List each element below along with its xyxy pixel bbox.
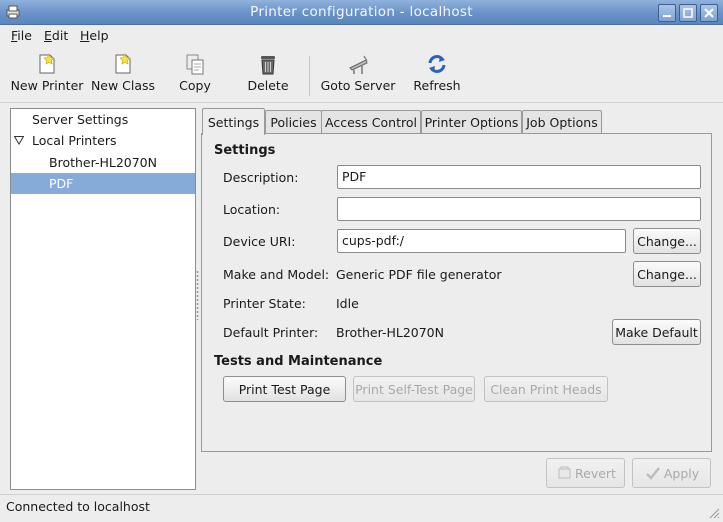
copy-icon	[186, 54, 204, 75]
delete-button[interactable]: Delete	[240, 46, 296, 100]
tree-item-brother-hl2070n[interactable]: Brother-HL2070N	[11, 152, 195, 173]
new-printer-button[interactable]: New Printer	[8, 46, 86, 100]
tab-label: Access Control	[325, 115, 417, 130]
device-uri-value: cups-pdf:/	[342, 233, 404, 248]
print-self-test-page-button: Print Self-Test Page	[353, 376, 475, 402]
apply-button: Apply	[632, 458, 711, 488]
window-title: Printer configuration - localhost	[250, 4, 473, 20]
goto-server-icon	[349, 55, 368, 74]
printer-state-label: Printer State:	[223, 296, 306, 311]
menu-help[interactable]: Help	[80, 28, 109, 43]
status-text: Connected to localhost	[6, 499, 150, 514]
tab-job-options[interactable]: Job Options	[522, 110, 602, 133]
status-bar: Connected to localhost	[0, 494, 723, 522]
tab-access-control[interactable]: Access Control	[321, 110, 421, 133]
print-self-test-page-label: Print Self-Test Page	[355, 382, 473, 397]
menu-edit-label: dit	[51, 28, 69, 43]
pane-resize-handle[interactable]	[196, 270, 199, 320]
close-icon	[704, 8, 714, 18]
goto-server-label: Goto Server	[320, 78, 396, 93]
maximize-icon	[683, 8, 693, 18]
change-make-model-label: Change...	[637, 267, 697, 282]
menu-help-label: elp	[89, 28, 109, 43]
change-make-model-button[interactable]: Change...	[633, 261, 701, 287]
copy-label: Copy	[179, 78, 211, 93]
refresh-button[interactable]: Refresh	[408, 46, 466, 100]
menu-help-mnemonic: H	[80, 28, 90, 43]
tab-printer-options[interactable]: Printer Options	[421, 110, 522, 133]
tab-label: Job Options	[526, 115, 598, 130]
tab-label: Printer Options	[424, 115, 519, 130]
new-class-icon	[115, 53, 131, 74]
description-label: Description:	[223, 170, 299, 185]
close-button[interactable]	[700, 4, 718, 22]
settings-heading: Settings	[214, 143, 276, 158]
make-model-label: Make and Model:	[223, 267, 330, 282]
revert-label: Revert	[575, 466, 616, 481]
toolbar-separator	[309, 56, 310, 96]
description-value: PDF	[342, 169, 367, 184]
menu-edit[interactable]: Edit	[44, 28, 68, 43]
change-device-uri-label: Change...	[637, 234, 697, 249]
trash-icon	[261, 56, 275, 75]
change-device-uri-button[interactable]: Change...	[633, 228, 701, 254]
delete-label: Delete	[247, 78, 289, 93]
menu-file[interactable]: File	[11, 28, 32, 43]
make-default-button[interactable]: Make Default	[612, 319, 701, 345]
new-class-button[interactable]: New Class	[88, 46, 158, 100]
description-field[interactable]: PDF	[337, 165, 701, 189]
tree-item-server-settings[interactable]: Server Settings	[11, 109, 195, 130]
revert-button: Revert	[546, 458, 625, 488]
resize-grip-icon[interactable]	[708, 507, 720, 519]
tab-label: Settings	[207, 115, 260, 130]
tree-item-local-printers[interactable]: Local Printers	[11, 130, 195, 151]
make-default-label: Make Default	[615, 325, 698, 340]
print-test-page-label: Print Test Page	[238, 382, 331, 397]
menu-edit-mnemonic: E	[44, 28, 52, 43]
tab-policies[interactable]: Policies	[265, 110, 322, 133]
expander-triangle-icon[interactable]	[14, 136, 24, 145]
printer-state-value: Idle	[336, 296, 359, 311]
new-printer-icon	[39, 53, 55, 74]
refresh-label: Refresh	[413, 78, 461, 93]
menu-bar: File Edit Help	[0, 25, 723, 45]
tree-item-label: PDF	[49, 176, 74, 191]
menu-file-label: ile	[17, 28, 32, 43]
tree-item-label: Server Settings	[32, 112, 129, 127]
copy-button[interactable]: Copy	[170, 46, 220, 100]
printer-tree[interactable]: Server Settings Local Printers Brother-H…	[10, 108, 196, 490]
maintenance-heading: Tests and Maintenance	[214, 354, 383, 369]
clean-print-heads-label: Clean Print Heads	[490, 382, 602, 397]
refresh-icon	[428, 55, 446, 73]
new-class-label: New Class	[90, 78, 156, 93]
location-label: Location:	[223, 202, 281, 217]
toolbar: New Printer New Class Copy Delete Goto S…	[0, 46, 723, 103]
make-model-value: Generic PDF file generator	[336, 267, 502, 282]
tab-label: Policies	[270, 115, 317, 130]
settings-panel: Settings Description: PDF Location: Devi…	[201, 133, 712, 452]
clean-print-heads-button: Clean Print Heads	[484, 376, 608, 402]
print-test-page-button[interactable]: Print Test Page	[223, 376, 346, 402]
device-uri-label: Device URI:	[223, 234, 296, 249]
default-printer-label: Default Printer:	[223, 325, 319, 340]
tab-settings[interactable]: Settings	[202, 108, 265, 135]
minimize-button[interactable]	[658, 4, 676, 22]
location-field[interactable]	[337, 197, 701, 221]
maximize-button[interactable]	[679, 4, 697, 22]
device-uri-field[interactable]: cups-pdf:/	[337, 229, 626, 253]
apply-label: Apply	[663, 466, 700, 481]
tree-item-label: Brother-HL2070N	[49, 155, 157, 170]
goto-server-button[interactable]: Goto Server	[318, 46, 398, 100]
minimize-icon	[663, 15, 671, 17]
default-printer-value: Brother-HL2070N	[336, 325, 444, 340]
title-bar: Printer configuration - localhost	[0, 0, 723, 25]
tree-item-pdf[interactable]: PDF	[11, 173, 195, 194]
new-printer-label: New Printer	[10, 78, 84, 93]
tree-item-label: Local Printers	[32, 133, 117, 148]
